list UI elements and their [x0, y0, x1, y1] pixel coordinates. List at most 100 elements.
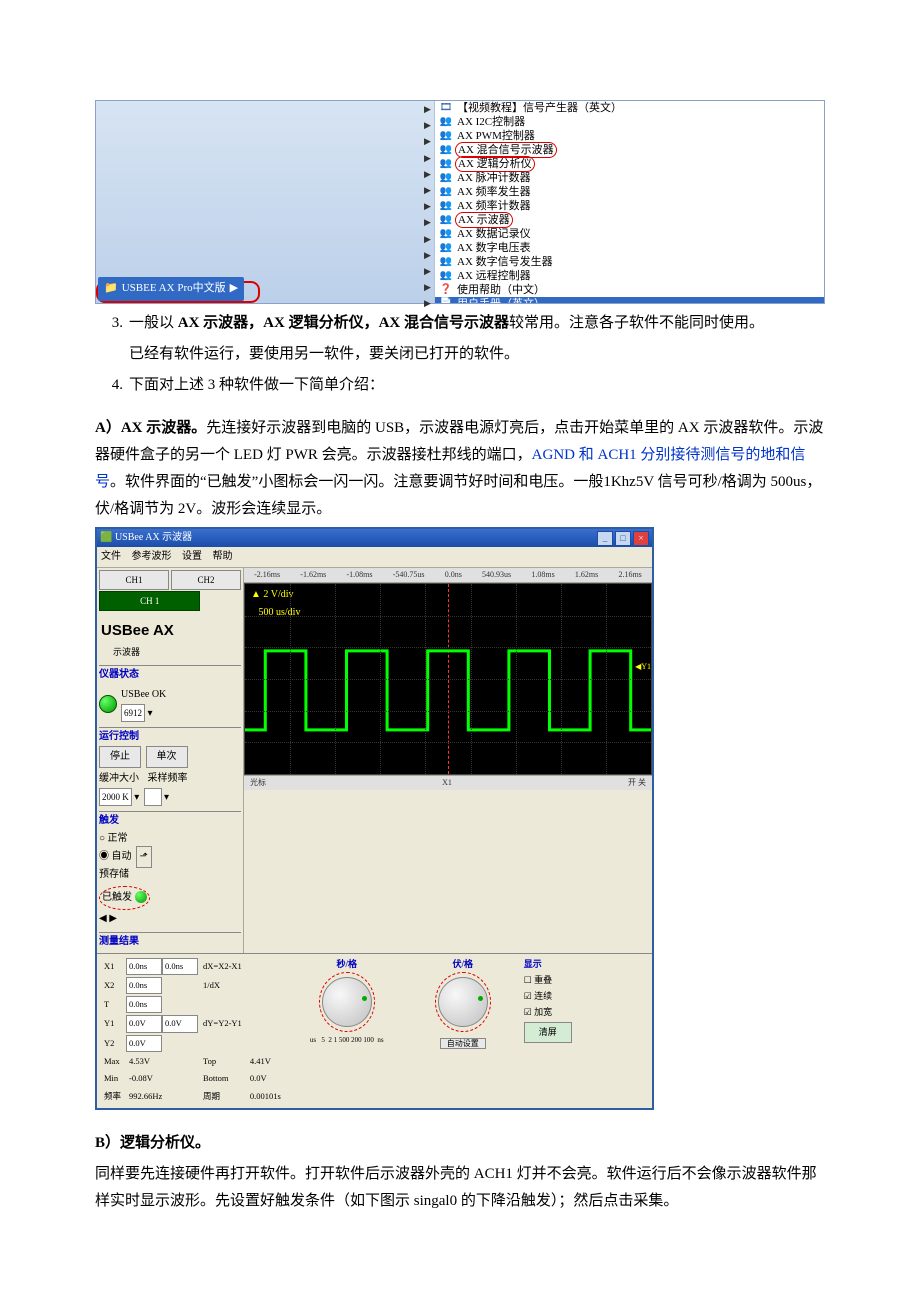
- submenu-item[interactable]: 👥AX I2C控制器: [435, 115, 824, 129]
- submenu-item-label: 使用帮助（中文）: [457, 283, 545, 297]
- volt-per-div-panel: 伏/格 自动设置: [408, 956, 518, 1106]
- submenu-item[interactable]: 👥AX 逻辑分析仪: [435, 157, 824, 171]
- scope-main: -2.16ms-1.62ms-1.08ms-540.75us0.0ns540.9…: [244, 568, 652, 953]
- waveform: [245, 641, 651, 740]
- menubar[interactable]: 文件 参考波形 设置 帮助: [97, 547, 652, 568]
- opt-widen[interactable]: ☑ 加宽: [524, 1004, 572, 1020]
- trig-edge-button[interactable]: ⬏: [136, 846, 152, 868]
- submenu-item[interactable]: 👥AX 混合信号示波器: [435, 143, 824, 157]
- submenu-item[interactable]: 👥 AX 数据记录仪: [435, 227, 824, 241]
- triggered-indicator-ring: 已触发: [99, 886, 150, 910]
- opt-overlap[interactable]: ☐ 重叠: [524, 972, 572, 988]
- video-icon: 🎞: [439, 101, 453, 115]
- app-icon: 👥: [439, 269, 453, 283]
- submenu-item[interactable]: ❓ 使用帮助（中文）: [435, 283, 824, 297]
- sample-select[interactable]: [144, 788, 161, 806]
- menu-refwave[interactable]: 参考波形: [132, 551, 172, 562]
- submenu-item[interactable]: 👥AX 频率发生器: [435, 185, 824, 199]
- app-icon: 👥: [439, 213, 453, 227]
- group-status: 仪器状态: [99, 665, 241, 684]
- ch1-active[interactable]: CH 1: [99, 591, 200, 611]
- vdiv-label: 2 V/div: [263, 589, 293, 600]
- app-icon: 👥: [439, 157, 453, 171]
- time-tick: -1.08ms: [347, 568, 373, 582]
- submenu-item-label: AX 数字电压表: [457, 241, 531, 255]
- device-id[interactable]: 6912: [121, 704, 145, 722]
- start-menu-left-column: ▶▶▶▶▶▶ ▶▶▶▶▶▶▶ 📁 USBEE AX Pro中文版 ▶: [96, 101, 434, 303]
- submenu-item[interactable]: 👥AX 频率计数器: [435, 199, 824, 213]
- buffer-label: 缓冲大小: [99, 773, 139, 784]
- window-title: USBee AX 示波器: [115, 532, 192, 543]
- app-icon: 👥: [439, 241, 453, 255]
- time-tick: -2.16ms: [254, 568, 280, 582]
- submenu-item[interactable]: 👥AX PWM控制器: [435, 129, 824, 143]
- submenu-item-label: AX 数字信号发生器: [457, 255, 553, 269]
- close-button[interactable]: ×: [633, 531, 649, 546]
- clear-screen-button[interactable]: 清屏: [524, 1022, 572, 1042]
- trig-normal[interactable]: ○ 正常: [99, 833, 128, 844]
- submenu-item[interactable]: 🎞【视频教程】信号产生器（英文）: [435, 101, 824, 115]
- program-folder-usbee[interactable]: 📁 USBEE AX Pro中文版 ▶: [98, 277, 244, 301]
- time-tick: 1.08ms: [531, 568, 554, 582]
- triggered-led-icon: [135, 891, 147, 903]
- opt-continuous[interactable]: ☑ 连续: [524, 988, 572, 1004]
- menu-settings[interactable]: 设置: [182, 551, 202, 562]
- single-button[interactable]: 单次: [146, 746, 188, 768]
- submenu-item-label: AX 数据记录仪: [457, 227, 531, 241]
- time-tick: 0.0ns: [445, 568, 462, 582]
- section-a-heading: A）AX 示波器。: [95, 420, 206, 436]
- display-panel: 显示 ☐ 重叠 ☑ 连续 ☑ 加宽 清屏: [524, 956, 572, 1106]
- triggered-label: 已触发: [102, 892, 132, 903]
- start-menu-screenshot: ▶▶▶▶▶▶ ▶▶▶▶▶▶▶ 📁 USBEE AX Pro中文版 ▶ 🎞【视频教…: [95, 100, 825, 304]
- submenu-item-label: AX 频率发生器: [457, 185, 531, 199]
- submenu-item[interactable]: 👥AX 远程控制器: [435, 269, 824, 283]
- stop-button[interactable]: 停止: [99, 746, 141, 768]
- time-tick: -1.62ms: [300, 568, 326, 582]
- time-axis: -2.16ms-1.62ms-1.08ms-540.75us0.0ns540.9…: [244, 568, 652, 583]
- maximize-button[interactable]: □: [615, 531, 631, 546]
- auto-set-button[interactable]: 自动设置: [440, 1038, 486, 1049]
- submenu-item[interactable]: 👥AX 示波器: [435, 213, 824, 227]
- menu-file[interactable]: 文件: [101, 551, 121, 562]
- buffer-select[interactable]: 2000 K: [99, 788, 132, 806]
- app-icon: 👥: [439, 171, 453, 185]
- logo-text: USBee AX: [101, 617, 241, 644]
- submenu-item-label: AX 频率计数器: [457, 199, 531, 213]
- waveform-plot[interactable]: ▲ 2 V/div 500 us/div ◀Y1: [244, 583, 652, 775]
- time-tick: 540.93us: [482, 568, 511, 582]
- ch1-button[interactable]: CH1: [99, 570, 169, 590]
- oscilloscope-window: 🟩 USBee AX 示波器 _ □ × 文件 参考波形 设置 帮助 CH1 C…: [95, 527, 654, 1110]
- side-panel: CH1 CH2 CH 1 USBee AX 示波器 仪器状态 USBee OK …: [97, 568, 244, 953]
- list-item-3-cont: 已经有软件运行，要使用另一软件，要关闭已打开的软件。: [95, 341, 825, 368]
- ch2-button[interactable]: CH2: [171, 570, 241, 590]
- list-number: 3.: [95, 310, 129, 337]
- cursor-mid: X1: [442, 776, 452, 790]
- section-b-heading: B）逻辑分析仪。: [95, 1135, 210, 1151]
- cursor-right[interactable]: 开 关: [628, 776, 646, 790]
- help-icon: ❓: [439, 283, 453, 297]
- time-tick: 1.62ms: [575, 568, 598, 582]
- app-icon: 👥: [439, 255, 453, 269]
- submenu-item[interactable]: 👥 AX 数字信号发生器: [435, 255, 824, 269]
- app-icon: 👥: [439, 129, 453, 143]
- submenu-item-label: AX 逻辑分析仪: [455, 156, 535, 172]
- status-led-icon: [99, 695, 117, 713]
- menu-help[interactable]: 帮助: [213, 551, 233, 562]
- time-tick: 2.16ms: [618, 568, 641, 582]
- submenu-item[interactable]: 📄用户手册（英文）: [435, 297, 824, 303]
- app-icon: 👥: [439, 227, 453, 241]
- submenu-item[interactable]: 👥 AX 脉冲计数器: [435, 171, 824, 185]
- logo-sub: 示波器: [113, 644, 241, 660]
- trig-prestore: 预存储: [99, 869, 129, 880]
- submenu-caret-column: ▶▶▶▶▶▶ ▶▶▶▶▶▶▶: [424, 101, 432, 303]
- minimize-button[interactable]: _: [597, 531, 613, 546]
- trig-auto[interactable]: ◉ 自动: [99, 851, 132, 862]
- sec-per-div-knob[interactable]: [322, 977, 372, 1027]
- window-titlebar[interactable]: 🟩 USBee AX 示波器 _ □ ×: [97, 529, 652, 547]
- group-trigger: 触发: [99, 811, 241, 830]
- submenu-item[interactable]: 👥 AX 数字电压表: [435, 241, 824, 255]
- submenu-item-label: AX 脉冲计数器: [457, 171, 531, 185]
- cursor-bar: 光标 X1 开 关: [244, 775, 652, 790]
- volt-per-div-knob[interactable]: [438, 977, 488, 1027]
- list-item-4: 4. 下面对上述 3 种软件做一下简单介绍：: [95, 372, 825, 399]
